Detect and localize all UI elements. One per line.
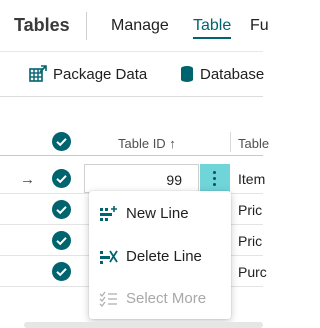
row-select-checkbox[interactable] <box>52 200 71 219</box>
row-select-checkbox[interactable] <box>52 231 71 250</box>
table-id-value: 99 <box>166 172 182 188</box>
more-dot <box>213 177 216 180</box>
database-button[interactable]: Database <box>180 65 264 83</box>
column-header-table-id[interactable]: Table ID ↑ <box>118 136 176 151</box>
table-name-cell[interactable]: Pric <box>238 202 262 218</box>
table-name-cell[interactable]: Purc <box>238 264 267 280</box>
package-data-button[interactable]: Package Data <box>29 65 147 83</box>
more-dot <box>213 171 216 174</box>
top-navigation: Tables Manage Table Fu <box>0 0 269 52</box>
new-line-icon <box>100 206 117 221</box>
new-line-menu-item[interactable]: New Line <box>89 193 231 233</box>
select-more-menu-item: Select More <box>89 278 231 318</box>
select-more-label: Select More <box>126 290 207 307</box>
package-data-label: Package Data <box>53 65 148 83</box>
table-id-cell[interactable]: 99 <box>84 164 199 193</box>
table-row[interactable]: → 99 Item <box>0 163 265 194</box>
more-dot <box>213 183 216 186</box>
grid-header: Table ID ↑ Table <box>0 126 269 156</box>
tab-functions[interactable]: Fu <box>250 17 269 35</box>
column-separator <box>230 132 231 152</box>
select-all-checkbox[interactable] <box>52 132 71 151</box>
database-icon <box>181 66 193 82</box>
row-select-checkbox[interactable] <box>52 262 71 281</box>
tab-table[interactable]: Table <box>193 17 232 39</box>
row-context-menu: New Line Delete Line Select More <box>89 191 231 319</box>
database-label: Database <box>200 65 265 83</box>
new-line-label: New Line <box>126 205 189 222</box>
package-data-icon <box>29 65 47 82</box>
delete-line-icon <box>100 250 118 264</box>
page-title: Tables <box>14 15 70 35</box>
delete-line-menu-item[interactable]: Delete Line <box>89 236 231 276</box>
column-header-table[interactable]: Table <box>238 136 269 151</box>
row-actions-button[interactable] <box>200 164 230 193</box>
select-more-icon <box>99 291 117 307</box>
tab-manage[interactable]: Manage <box>111 17 169 35</box>
row-select-checkbox[interactable] <box>52 169 71 188</box>
horizontal-scrollbar[interactable] <box>24 322 263 328</box>
table-name-cell[interactable]: Pric <box>238 233 262 249</box>
delete-line-label: Delete Line <box>126 248 202 265</box>
table-name-cell[interactable]: Item <box>238 171 265 187</box>
action-bar: Package Data Database <box>0 53 264 97</box>
nav-divider <box>86 12 87 40</box>
current-row-arrow-icon: → <box>20 171 35 188</box>
